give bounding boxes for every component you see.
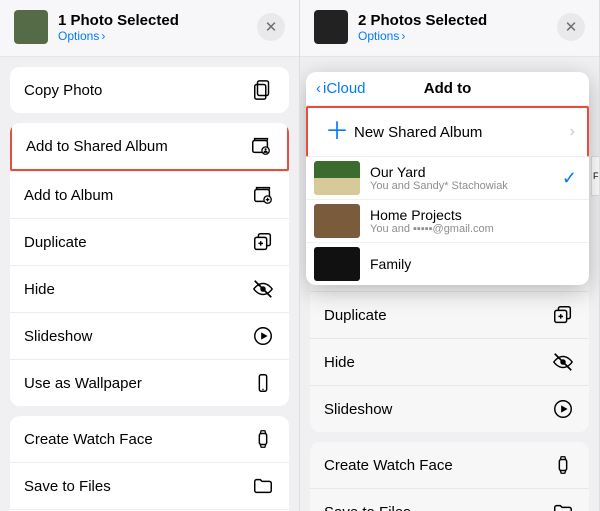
selection-title: 1 Photo Selected — [58, 12, 257, 29]
save-to-files-row[interactable]: Save to Files — [310, 488, 589, 511]
folder-icon — [251, 475, 275, 497]
cropped-favorites-card[interactable]: Fa — [591, 156, 599, 196]
action-group-2: Add to Shared Album Add to Album Duplica… — [10, 123, 289, 406]
header-text: 1 Photo Selected Options › — [58, 12, 257, 43]
back-button[interactable]: ‹ iCloud — [316, 80, 366, 97]
chevron-right-icon: › — [570, 123, 575, 141]
header-text: 2 Photos Selected Options › — [358, 12, 557, 43]
plus-icon: ＋ — [320, 120, 354, 144]
row-label: Slideshow — [24, 328, 251, 345]
add-to-album-row[interactable]: Add to Album — [10, 171, 289, 218]
row-label: Hide — [24, 281, 251, 298]
album-name: Home Projects — [370, 207, 577, 223]
watch-icon — [251, 428, 275, 450]
play-circle-icon — [251, 325, 275, 347]
slideshow-row[interactable]: Slideshow — [310, 385, 589, 432]
folder-icon — [551, 501, 575, 511]
share-sheet-body: Copy Photo Add to Shared Album Add to Al… — [0, 57, 299, 511]
slideshow-row[interactable]: Slideshow — [10, 312, 289, 359]
duplicate-row[interactable]: Duplicate — [10, 218, 289, 265]
chevron-right-icon: › — [401, 29, 405, 43]
duplicate-icon — [251, 231, 275, 253]
chevron-right-icon: › — [101, 29, 105, 43]
watch-icon — [551, 454, 575, 476]
album-thumbnail — [314, 204, 360, 238]
row-label: Save to Files — [324, 504, 551, 511]
row-label: Use as Wallpaper — [24, 375, 251, 392]
album-subtitle: You and Sandy* Stachowiak — [370, 180, 562, 192]
chevron-left-icon: ‹ — [316, 80, 321, 97]
row-label: Add to Album — [24, 187, 251, 204]
album-row-our-yard[interactable]: Our Yard You and Sandy* Stachowiak ✓ — [306, 157, 589, 200]
album-row-home-projects[interactable]: Home Projects You and ▪︎▪︎▪︎▪︎▪︎@gmail.c… — [306, 200, 589, 243]
row-label: Duplicate — [24, 234, 251, 251]
selection-title: 2 Photos Selected — [358, 12, 557, 29]
close-icon: ✕ — [265, 18, 278, 36]
close-icon: ✕ — [565, 18, 578, 36]
right-screen: 2 Photos Selected Options › ✕ Add to Alb… — [300, 0, 600, 511]
play-circle-icon — [551, 398, 575, 420]
share-header: 2 Photos Selected Options › ✕ — [300, 0, 599, 57]
create-watch-face-row[interactable]: Create Watch Face — [10, 416, 289, 462]
action-group-1: Copy Photo — [10, 67, 289, 113]
album-add-icon — [251, 184, 275, 206]
options-label: Options — [358, 29, 399, 43]
album-thumbnail — [314, 247, 360, 281]
save-to-files-row[interactable]: Save to Files — [10, 462, 289, 509]
action-group-3: Create Watch Face Save to Files Assign t… — [10, 416, 289, 511]
copy-photo-row[interactable]: Copy Photo — [10, 67, 289, 113]
close-button[interactable]: ✕ — [557, 13, 585, 41]
checkmark-icon: ✓ — [562, 168, 577, 189]
album-subtitle: You and ▪︎▪︎▪︎▪︎▪︎@gmail.com — [370, 223, 577, 235]
row-label: Create Watch Face — [324, 457, 551, 474]
album-name: Our Yard — [370, 164, 562, 180]
favorites-label-fragment: Fa — [593, 171, 600, 181]
add-to-popover: ‹ iCloud Add to ＋ New Shared Album › Our… — [306, 72, 589, 285]
shared-album-icon — [249, 135, 273, 157]
album-text: Family — [370, 256, 577, 272]
duplicate-row[interactable]: Duplicate — [310, 291, 589, 338]
row-label: Create Watch Face — [24, 431, 251, 448]
row-label: Hide — [324, 354, 551, 371]
selected-photos-thumbnail — [314, 10, 348, 44]
copy-icon — [251, 79, 275, 101]
new-shared-album-row[interactable]: ＋ New Shared Album › — [306, 106, 589, 157]
album-text: Our Yard You and Sandy* Stachowiak — [370, 164, 562, 192]
share-header: 1 Photo Selected Options › ✕ — [0, 0, 299, 57]
row-label: Add to Shared Album — [26, 138, 249, 155]
left-screen: 1 Photo Selected Options › ✕ Copy Photo … — [0, 0, 300, 511]
album-thumbnail — [314, 161, 360, 195]
row-label: Save to Files — [24, 478, 251, 495]
add-to-shared-album-row[interactable]: Add to Shared Album — [10, 123, 289, 171]
album-name: Family — [370, 256, 577, 272]
popover-header: ‹ iCloud Add to — [306, 72, 589, 106]
create-watch-face-row[interactable]: Create Watch Face — [310, 442, 589, 488]
use-as-wallpaper-row[interactable]: Use as Wallpaper — [10, 359, 289, 406]
hide-icon — [251, 278, 275, 300]
row-label: Copy Photo — [24, 82, 251, 99]
duplicate-icon — [551, 304, 575, 326]
options-link[interactable]: Options › — [358, 29, 557, 43]
options-label: Options — [58, 29, 99, 43]
row-label: Duplicate — [324, 307, 551, 324]
hide-row[interactable]: Hide — [310, 338, 589, 385]
new-shared-album-label: New Shared Album — [354, 124, 570, 141]
options-link[interactable]: Options › — [58, 29, 257, 43]
album-row-family[interactable]: Family — [306, 243, 589, 285]
phone-icon — [251, 372, 275, 394]
row-label: Slideshow — [324, 401, 551, 418]
selected-photo-thumbnail — [14, 10, 48, 44]
hide-row[interactable]: Hide — [10, 265, 289, 312]
album-text: Home Projects You and ▪︎▪︎▪︎▪︎▪︎@gmail.c… — [370, 207, 577, 235]
back-label: iCloud — [323, 80, 366, 97]
hide-icon — [551, 351, 575, 373]
close-button[interactable]: ✕ — [257, 13, 285, 41]
action-group-3: Create Watch Face Save to Files Print — [310, 442, 589, 511]
